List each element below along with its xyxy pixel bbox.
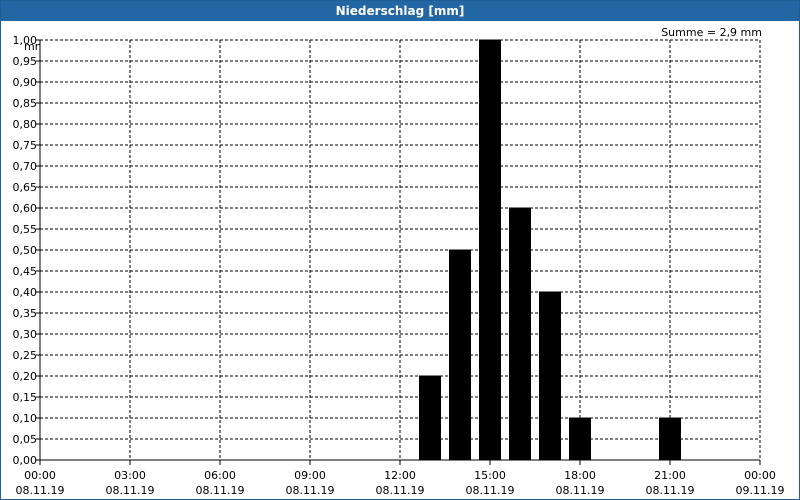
- x-tick-time-label: 09:00: [294, 469, 326, 482]
- precipitation-bar: [419, 375, 441, 461]
- y-tick-label: 0,30: [13, 328, 38, 341]
- y-tick-label: 0,65: [13, 181, 38, 194]
- y-tick-label: 0,95: [13, 55, 38, 68]
- precipitation-bar: [539, 291, 561, 461]
- y-tick-label: 0,90: [13, 76, 38, 89]
- precipitation-bar: [659, 417, 681, 461]
- x-tick-time-label: 00:00: [744, 469, 776, 482]
- x-tick-time-label: 21:00: [654, 469, 686, 482]
- x-tick-date-label: 08.11.19: [646, 484, 695, 497]
- precipitation-bar: [449, 249, 471, 461]
- y-tick-label: 0,75: [13, 139, 38, 152]
- x-tick-date-label: 09.11.19: [736, 484, 785, 497]
- x-tick-date-label: 08.11.19: [286, 484, 335, 497]
- x-tick-time-label: 12:00: [384, 469, 416, 482]
- x-tick-date-label: 08.11.19: [106, 484, 155, 497]
- x-tick-time-label: 18:00: [564, 469, 596, 482]
- y-tick-label: 0,35: [13, 307, 38, 320]
- precipitation-bar: [479, 39, 501, 461]
- precipitation-bar-chart: 0,00 0,05 0,10 0,15 0,20 0,25 0,30 0,35 0,40 0,45…: [13, 34, 785, 497]
- y-tick-label: 0,25: [13, 349, 38, 362]
- x-tick-date-label: 08.11.19: [196, 484, 245, 497]
- x-tick-date-label: 08.11.19: [16, 484, 65, 497]
- precipitation-bar: [509, 207, 531, 461]
- y-tick-label: 0,05: [13, 433, 38, 446]
- y-tick-label: 0,15: [13, 391, 38, 404]
- y-tick-label: 0,85: [13, 97, 38, 110]
- y-tick-label: 1,00: [13, 34, 38, 47]
- y-tick-label: 0,20: [13, 370, 38, 383]
- x-tick-date-label: 08.11.19: [466, 484, 515, 497]
- x-tick-time-label: 06:00: [204, 469, 236, 482]
- y-tick-label: 0,70: [13, 160, 38, 173]
- y-tick-label: 0,55: [13, 223, 38, 236]
- precipitation-bar: [569, 417, 591, 461]
- y-tick-label: 0,60: [13, 202, 38, 215]
- y-tick-label: 0,00: [13, 454, 38, 467]
- y-tick-label: 0,50: [13, 244, 38, 257]
- x-tick-date-label: 08.11.19: [376, 484, 425, 497]
- y-tick-label: 0,40: [13, 286, 38, 299]
- y-tick-label: 0,80: [13, 118, 38, 131]
- y-tick-label: 0,10: [13, 412, 38, 425]
- x-tick-time-label: 03:00: [114, 469, 146, 482]
- x-tick-time-label: 15:00: [474, 469, 506, 482]
- x-tick-time-label: 00:00: [24, 469, 56, 482]
- x-tick-date-label: 08.11.19: [556, 484, 605, 497]
- y-tick-label: 0,45: [13, 265, 38, 278]
